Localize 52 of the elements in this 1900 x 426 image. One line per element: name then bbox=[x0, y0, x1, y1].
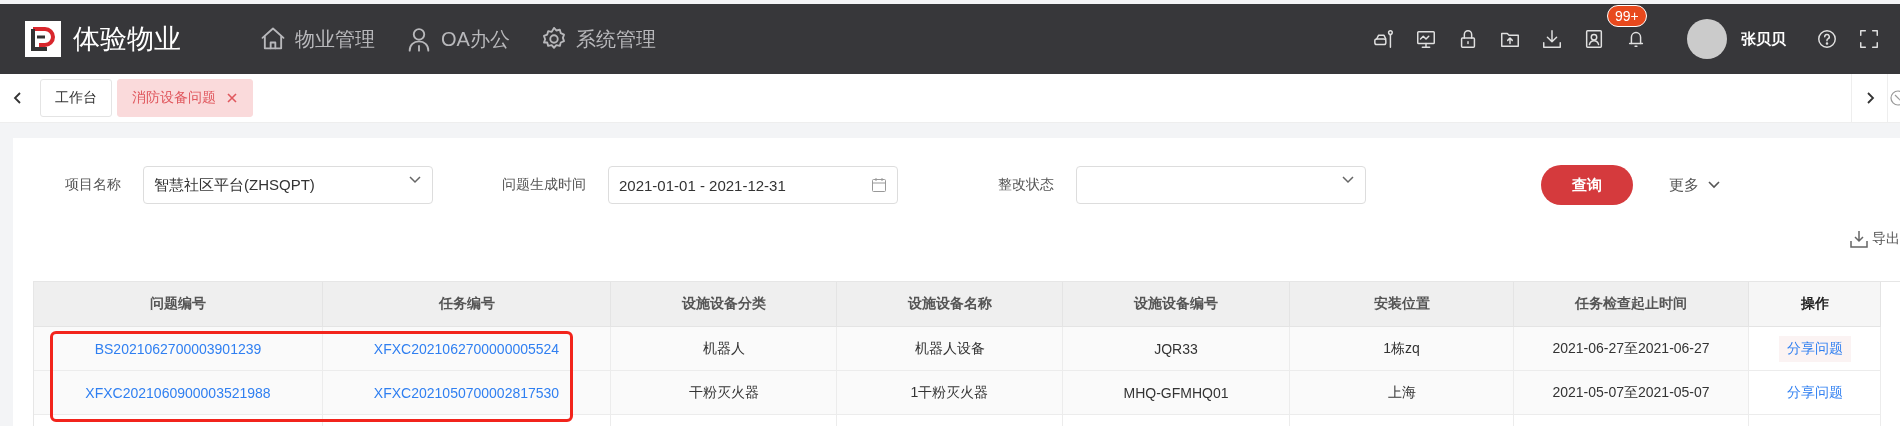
select-field[interactable]: 智慧社区平台(ZHSQPT) bbox=[143, 166, 433, 204]
nav-item[interactable]: 系统管理 bbox=[539, 25, 656, 53]
table-cell[interactable]: XFXC2021062700000005524 bbox=[323, 327, 611, 371]
share-link[interactable]: 分享问题 bbox=[1778, 335, 1851, 362]
table-cell: 机器人设备 bbox=[837, 327, 1063, 371]
column-header: 安装位置 bbox=[1290, 282, 1514, 327]
monitor-icon[interactable] bbox=[1415, 28, 1437, 50]
close-all-icon[interactable] bbox=[1888, 89, 1900, 107]
table-cell: 2021-06-27至2021-06-27 bbox=[1514, 327, 1749, 371]
column-header: 问题编号 bbox=[34, 282, 323, 327]
app-title: 体验物业 bbox=[73, 23, 181, 56]
fullscreen-icon[interactable] bbox=[1858, 28, 1880, 50]
download-icon bbox=[1849, 229, 1869, 249]
notification-badge: 99+ bbox=[1607, 5, 1647, 27]
table-cell: 干粉灭火器 bbox=[611, 371, 837, 415]
column-header: 设施设备编号 bbox=[1063, 282, 1290, 327]
nav-item[interactable]: 物业管理 bbox=[259, 25, 375, 53]
table-cell: 上海 bbox=[1290, 371, 1514, 415]
avatar[interactable] bbox=[1687, 19, 1727, 59]
filter-label: 项目名称 bbox=[65, 176, 121, 194]
column-header: 操作 bbox=[1749, 282, 1881, 327]
table-cell: 1干粉灭火器 bbox=[837, 371, 1063, 415]
tab[interactable]: 工作台 bbox=[40, 79, 112, 117]
person-car-icon[interactable] bbox=[1373, 28, 1395, 50]
table-cell: JQR33 bbox=[1063, 327, 1290, 371]
calendar-icon[interactable] bbox=[871, 177, 887, 193]
more-button[interactable]: 更多 bbox=[1663, 174, 1727, 196]
table-cell[interactable]: XFXC2021060900003521988 bbox=[34, 371, 323, 415]
download-icon[interactable] bbox=[1541, 28, 1563, 50]
nav-item[interactable]: OA办公 bbox=[405, 25, 510, 53]
column-header: 任务检查起止时间 bbox=[1514, 282, 1749, 327]
table-cell: 机器人 bbox=[611, 327, 837, 371]
table-cell[interactable]: BS2021062700003901239 bbox=[34, 327, 323, 371]
table-cell: 2021-05-07至2021-05-07 bbox=[1514, 371, 1749, 415]
query-button[interactable]: 查询 bbox=[1541, 165, 1633, 205]
table-cell[interactable]: XFXC2021050700002817530 bbox=[323, 371, 611, 415]
logo-icon bbox=[25, 21, 61, 57]
share-link[interactable]: 分享问题 bbox=[1778, 379, 1851, 406]
close-icon[interactable] bbox=[226, 92, 238, 104]
table-cell: MHQ-GFMHQ01 bbox=[1063, 371, 1290, 415]
filter-label: 问题生成时间 bbox=[502, 176, 586, 194]
column-header: 任务编号 bbox=[323, 282, 611, 327]
filter-label: 整改状态 bbox=[998, 176, 1054, 194]
export-button[interactable]: 导出 bbox=[1849, 227, 1900, 251]
user-name[interactable]: 张贝贝 bbox=[1741, 29, 1786, 49]
date-range-field[interactable]: 2021-01-01 - 2021-12-31 bbox=[608, 166, 898, 204]
column-header: 设施设备分类 bbox=[611, 282, 837, 327]
table-cell: 1栋zq bbox=[1290, 327, 1514, 371]
help-icon[interactable] bbox=[1816, 28, 1838, 50]
select-field[interactable] bbox=[1076, 166, 1366, 204]
contact-icon[interactable] bbox=[1583, 28, 1605, 50]
column-header: 设施设备名称 bbox=[837, 282, 1063, 327]
